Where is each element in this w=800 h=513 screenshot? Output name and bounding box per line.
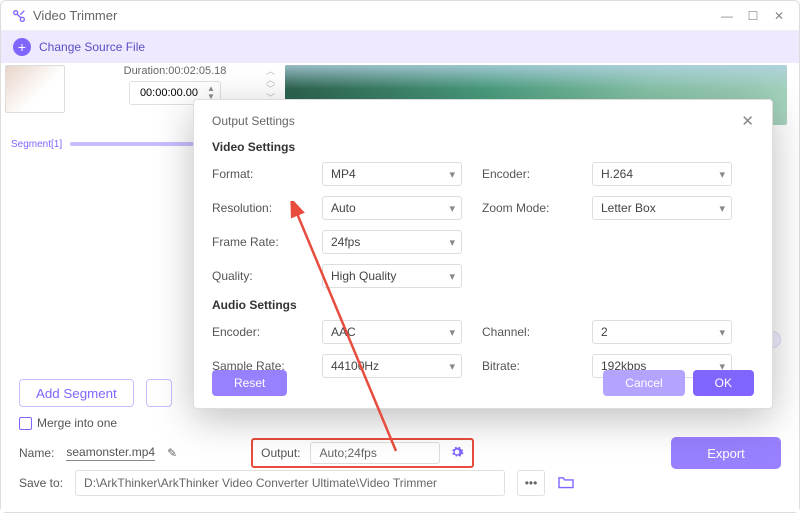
framerate-select[interactable]: 24fps [322,230,462,254]
window-title: Video Trimmer [33,8,117,23]
zoom-label: Zoom Mode: [482,201,572,215]
zoom-select[interactable]: Letter Box [592,196,732,220]
duration-label: Duration:00:02:05.18 [75,65,275,77]
channel-label: Channel: [482,325,572,339]
resolution-label: Resolution: [212,201,302,215]
merge-checkbox[interactable]: Merge into one [19,416,117,430]
maximize-button[interactable]: ☐ [743,6,763,26]
output-label: Output: [261,446,300,460]
secondary-button[interactable] [146,379,172,407]
browse-button[interactable]: ••• [517,470,545,496]
open-folder-icon[interactable] [557,475,575,492]
encoder-v-select[interactable]: H.264 [592,162,732,186]
name-value: seamonster.mp4 [66,445,155,461]
output-settings-dialog: Output Settings ✕ Video Settings Format:… [193,99,773,409]
plus-icon[interactable]: + [13,38,31,56]
encoder-v-label: Encoder: [482,167,572,181]
framerate-label: Frame Rate: [212,235,302,249]
ok-button[interactable]: OK [693,370,754,396]
dialog-title: Output Settings [212,114,295,128]
save-path[interactable]: D:\ArkThinker\ArkThinker Video Converter… [75,470,505,496]
titlebar: Video Trimmer — ☐ ✕ [1,1,799,31]
cancel-button[interactable]: Cancel [603,370,684,396]
resolution-select[interactable]: Auto [322,196,462,220]
quality-select[interactable]: High Quality [322,264,462,288]
source-toolbar: + Change Source File [1,31,799,63]
start-time-field[interactable] [134,87,204,99]
output-settings-group: Output: Auto;24fps [251,438,474,468]
close-button[interactable]: ✕ [769,6,789,26]
add-segment-button[interactable]: Add Segment [19,379,134,407]
gear-icon[interactable] [450,445,464,462]
change-source-button[interactable]: Change Source File [39,40,145,54]
edit-name-icon[interactable]: ✎ [167,446,177,460]
format-select[interactable]: MP4 [322,162,462,186]
reset-button[interactable]: Reset [212,370,287,396]
save-to-label: Save to: [19,476,63,490]
audio-settings-header: Audio Settings [212,298,754,312]
app-logo-icon [11,8,27,24]
encoder-a-label: Encoder: [212,325,302,339]
format-label: Format: [212,167,302,181]
video-settings-header: Video Settings [212,140,754,154]
segment-label[interactable]: Segment[1] [11,139,62,150]
quality-label: Quality: [212,269,302,283]
channel-select[interactable]: 2 [592,320,732,344]
encoder-a-select[interactable]: AAC [322,320,462,344]
dialog-close-icon[interactable]: ✕ [741,112,754,130]
minimize-button[interactable]: — [717,6,737,26]
clip-thumbnail[interactable] [5,65,65,113]
export-button[interactable]: Export [671,437,781,469]
reorder-arrows[interactable]: ︿︿﹀﹀ [266,67,275,102]
name-label: Name: [19,446,54,460]
output-value[interactable]: Auto;24fps [310,442,440,464]
